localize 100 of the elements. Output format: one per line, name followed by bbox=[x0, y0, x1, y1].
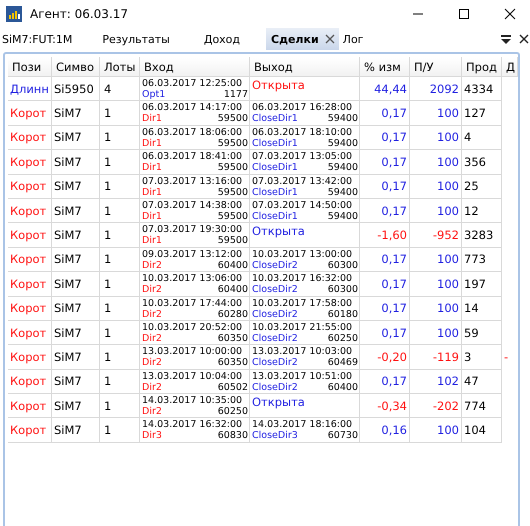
table-cell: Dir1 bbox=[142, 162, 162, 174]
table-cell-text: 10.03.2017 13:06:00 bbox=[142, 273, 244, 284]
table-cell: 356 bbox=[464, 154, 486, 169]
column-header: % изм bbox=[364, 60, 401, 74]
table-cell-text: 09.03.2017 13:12:00 bbox=[142, 248, 244, 260]
table-cell: CloseDir2 bbox=[252, 260, 298, 271]
tab[interactable]: Лог bbox=[340, 28, 366, 50]
table-cell: 0,17 bbox=[381, 374, 407, 388]
table-cell: Корот bbox=[10, 423, 46, 438]
table-cell: CloseDir3 bbox=[252, 430, 298, 442]
table-cell: 60400 bbox=[218, 284, 248, 296]
tab[interactable]: Доход bbox=[202, 28, 242, 50]
table-cell-text: 06.03.2017 18:06:00 bbox=[142, 126, 244, 138]
table-cell: 59400 bbox=[328, 113, 358, 124]
table-cell: 59500 bbox=[218, 235, 248, 246]
table-cell: Dir2 bbox=[142, 357, 162, 368]
table-cell-text: 06.03.2017 18:10:00 bbox=[252, 126, 354, 138]
table-cell: Корот bbox=[10, 228, 46, 242]
table-cell: 60830 bbox=[218, 430, 248, 442]
table-cell: 0,17 bbox=[381, 301, 407, 316]
table-cell-text: 07.03.2017 13:16:00 bbox=[142, 176, 244, 187]
table-cell: 0,17 bbox=[381, 154, 407, 169]
table-cell: CloseDir2 bbox=[252, 284, 298, 296]
table-cell: 4 bbox=[464, 130, 472, 144]
tab[interactable]: Сделки bbox=[266, 28, 339, 50]
table-cell: Dir1 bbox=[142, 210, 162, 222]
table-cell: 60730 bbox=[328, 430, 358, 442]
table-cell: 100 bbox=[437, 301, 459, 316]
table-cell: Длинн bbox=[10, 82, 49, 96]
table-cell-text: 13.03.2017 10:04:00 bbox=[142, 370, 244, 382]
table-cell: 59 bbox=[464, 326, 479, 340]
table-cell: 773 bbox=[464, 252, 486, 266]
table-cell: 25 bbox=[464, 179, 479, 194]
dropdown-icon[interactable] bbox=[500, 33, 512, 45]
table-cell: SiM7 bbox=[54, 252, 82, 266]
column-header: Вход bbox=[144, 60, 174, 74]
table-cell: 12 bbox=[464, 204, 479, 218]
table-cell-text: 07.03.2017 14:50:00 bbox=[252, 200, 354, 211]
table-cell: Dir1 bbox=[142, 186, 162, 198]
table-cell: CloseDir2 bbox=[252, 308, 298, 320]
table-cell: 0,17 bbox=[381, 204, 407, 218]
table-cell: SiM7 bbox=[54, 130, 82, 144]
table-cell: SiM7 bbox=[54, 179, 82, 194]
table-cell: Dir1 bbox=[142, 235, 162, 246]
table-cell: 59400 bbox=[328, 138, 358, 149]
table-cell: 100 bbox=[437, 423, 459, 438]
table-cell: 774 bbox=[464, 398, 486, 413]
table-cell: 100 bbox=[437, 252, 459, 266]
table-cell: Si5950 bbox=[54, 82, 94, 96]
table-cell: 100 bbox=[437, 154, 459, 169]
table-cell: SiM7 bbox=[54, 374, 82, 388]
close-icon[interactable] bbox=[518, 33, 530, 45]
table-cell: 1177 bbox=[224, 89, 248, 100]
table-cell-text: 07.03.2017 14:38:00 bbox=[142, 200, 244, 211]
table-cell: 60280 bbox=[218, 308, 248, 320]
table-cell-text: 1 bbox=[103, 398, 112, 413]
table-cell: Корот bbox=[10, 106, 46, 120]
table-cell: 60300 bbox=[328, 284, 358, 296]
table-cell: CloseDir1 bbox=[252, 162, 298, 174]
close-icon[interactable] bbox=[504, 8, 516, 20]
table-cell: 197 bbox=[464, 276, 486, 291]
table-cell: Корот bbox=[10, 130, 46, 144]
table-cell: 100 bbox=[437, 106, 459, 120]
tab[interactable]: SiM7:FUT:1M bbox=[0, 28, 74, 50]
table-cell: 60469 bbox=[328, 357, 358, 368]
table-cell-text: 1 bbox=[103, 252, 112, 266]
table-cell: Dir2 bbox=[142, 284, 162, 296]
table-cell-text: 1 bbox=[103, 228, 112, 242]
table-cell-text: 1 bbox=[103, 204, 112, 218]
table-cell: 100 bbox=[437, 179, 459, 194]
table-cell: SiM7 bbox=[54, 350, 82, 364]
table-cell: Корот bbox=[10, 301, 46, 316]
close-icon[interactable] bbox=[324, 34, 335, 44]
table-cell: 59500 bbox=[218, 186, 248, 198]
table-cell: 127 bbox=[464, 106, 486, 120]
table-cell: 59400 bbox=[328, 162, 358, 174]
table-cell-text: 14.03.2017 16:32:00 bbox=[142, 419, 244, 430]
table-cell-text: 10.03.2017 17:58:00 bbox=[252, 298, 354, 309]
column-header: Лоты bbox=[104, 60, 136, 74]
table-cell: SiM7 bbox=[54, 276, 82, 291]
table-cell-text: 13.03.2017 10:51:00 bbox=[252, 370, 354, 382]
table-cell: 3 bbox=[464, 350, 472, 364]
tab[interactable]: Результаты bbox=[100, 28, 172, 50]
table-cell: Корот bbox=[10, 252, 46, 266]
table-cell: 59500 bbox=[218, 138, 248, 149]
column-header: Пози bbox=[12, 60, 42, 74]
table-cell-text: 4 bbox=[103, 82, 112, 96]
column-header: Симво bbox=[56, 60, 94, 74]
table-cell: SiM7 bbox=[54, 106, 82, 120]
table-cell: 60400 bbox=[218, 260, 248, 271]
table-cell-text: 1 bbox=[103, 374, 112, 388]
table-cell: -0,34 bbox=[377, 398, 407, 413]
table-cell: 3283 bbox=[464, 228, 494, 242]
table-cell: -0,20 bbox=[377, 350, 407, 364]
table-cell: 0,17 bbox=[381, 276, 407, 291]
table-cell: CloseDir1 bbox=[252, 113, 298, 124]
table-cell: 59500 bbox=[218, 210, 248, 222]
maximize-icon[interactable] bbox=[458, 8, 470, 20]
table-cell: Корот bbox=[10, 350, 46, 364]
table-cell-text: Открыта bbox=[252, 395, 306, 410]
